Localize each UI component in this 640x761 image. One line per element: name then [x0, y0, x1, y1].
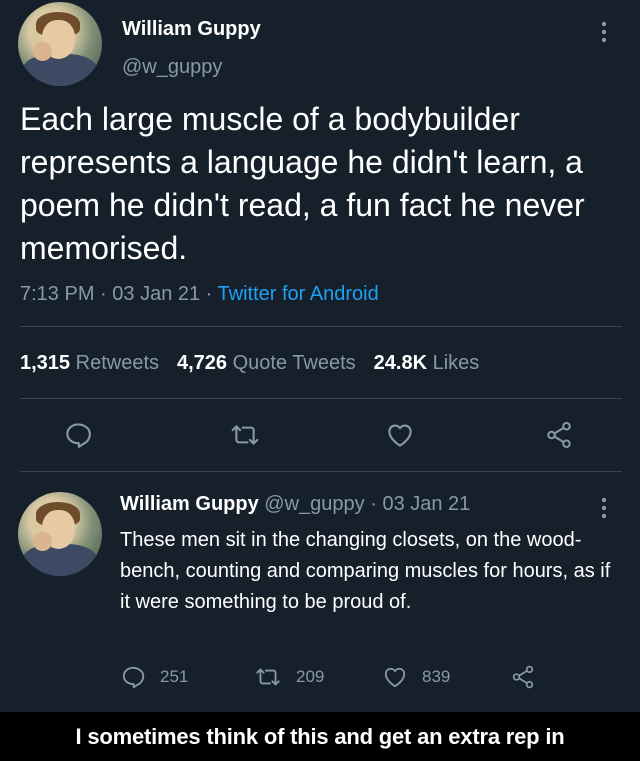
meta-separator: · [200, 283, 218, 305]
retweets-stat[interactable]: 1,315 Retweets [20, 352, 159, 374]
reply-date[interactable]: 03 Jan 21 [382, 493, 470, 515]
author-handle[interactable]: @w_guppy [122, 56, 222, 79]
meme-caption: I sometimes think of this and get an ext… [75, 723, 565, 749]
reply-header: William Guppy @w_guppy · 03 Jan 21 [120, 493, 470, 516]
quote-label: Quote Tweets [232, 352, 356, 374]
tweet-meta: 7:13 PM · 03 Jan 21 · Twitter for Androi… [20, 283, 379, 306]
like-icon [384, 667, 406, 688]
retweets-label: Retweets [75, 352, 159, 374]
likes-stat[interactable]: 24.8K Likes [374, 352, 480, 374]
quotes-stat[interactable]: 4,726 Quote Tweets [177, 352, 356, 374]
reply-text: These men sit in the changing closets, o… [120, 529, 611, 613]
author-name[interactable]: William Guppy [122, 18, 261, 41]
tweet-source-link[interactable]: Twitter for Android [218, 283, 379, 305]
reply-share-button[interactable] [510, 664, 550, 690]
tweet-date[interactable]: 03 Jan 21 [112, 283, 200, 305]
like-count: 839 [422, 667, 451, 686]
retweet-icon [256, 668, 280, 686]
reply-like-button[interactable]: 839 [382, 664, 450, 690]
divider [20, 471, 622, 472]
likes-count: 24.8K [373, 352, 428, 374]
tweet-text: Each large muscle of a bodybuilder repre… [20, 101, 585, 266]
main-tweet: William Guppy @w_guppy Each large muscle… [0, 0, 640, 472]
more-vertical-icon[interactable] [600, 496, 608, 524]
reply-count: 251 [160, 667, 189, 686]
divider [20, 326, 622, 327]
author-avatar[interactable] [18, 2, 102, 86]
tweet-time[interactable]: 7:13 PM [20, 283, 94, 305]
reply-actions: 251 209 839 [120, 664, 560, 698]
tweet-stats: 1,315 Retweets 4,726 Quote Tweets 24.8K Li… [20, 352, 479, 375]
share-icon[interactable] [544, 420, 574, 450]
caption-bar: I sometimes think of this and get an ext… [0, 712, 640, 761]
reply-author-avatar[interactable] [18, 492, 102, 576]
divider [20, 398, 622, 399]
quote-count: 4,726 [177, 352, 228, 374]
more-vertical-icon[interactable] [600, 20, 608, 48]
reply-separator: · [364, 493, 383, 515]
reply-icon[interactable] [63, 420, 93, 450]
reply-author-handle[interactable]: @w_guppy [264, 493, 364, 515]
reply-reply-button[interactable]: 251 [120, 664, 188, 690]
retweets-count: 1,315 [20, 352, 71, 374]
like-icon[interactable] [385, 420, 415, 450]
meta-separator: · [94, 283, 113, 305]
share-icon [512, 665, 534, 689]
retweet-icon[interactable] [229, 420, 261, 450]
reply-icon [122, 666, 145, 689]
reply-author-name[interactable]: William Guppy [120, 493, 259, 515]
likes-label: Likes [432, 352, 480, 374]
retweet-count: 209 [296, 667, 325, 686]
reply-retweet-button[interactable]: 209 [254, 664, 324, 690]
